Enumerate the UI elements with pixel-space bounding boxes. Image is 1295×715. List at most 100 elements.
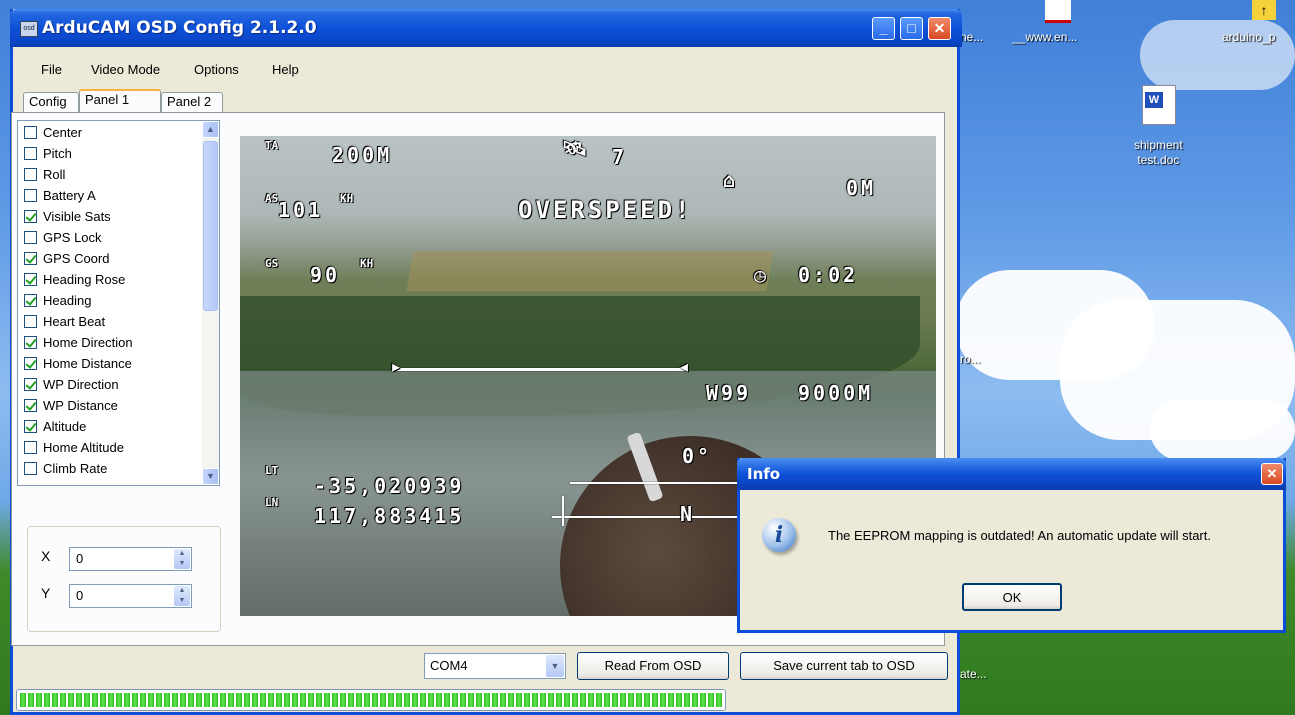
checklist-item[interactable]: Home Altitude [24, 438, 124, 458]
checklist-item-label: GPS Coord [43, 251, 110, 266]
desktop-label[interactable]: ate... [960, 667, 987, 681]
checklist-item[interactable]: Heading Rose [24, 270, 125, 290]
checkbox-checked[interactable] [24, 399, 37, 412]
checkbox-checked[interactable] [24, 378, 37, 391]
app-icon[interactable]: osd [20, 21, 38, 37]
checkbox-checked[interactable] [24, 273, 37, 286]
checklist-item[interactable]: Home Distance [24, 354, 132, 374]
tab-panel-1[interactable]: Panel 1 [79, 89, 161, 113]
menu-file[interactable]: File [41, 62, 62, 77]
osd-waypoint[interactable]: W99 [706, 381, 751, 405]
osd-altitude[interactable]: 200M [332, 143, 392, 167]
x-position-stepper[interactable]: 0 ▲ ▼ [69, 547, 192, 571]
osd-longitude-label[interactable]: LN [265, 497, 278, 508]
osd-home-icon[interactable]: ⌂ [723, 168, 738, 192]
checklist-item[interactable]: Heart Beat [24, 312, 105, 332]
panel-items-checklist[interactable]: ▲ ▼ Center Pitch Roll Battery A Visible Sats… [17, 120, 220, 486]
osd-heading[interactable]: 0° [682, 444, 712, 468]
checkbox-unchecked[interactable] [24, 315, 37, 328]
x-spin-arrows-icon[interactable]: ▲ ▼ [174, 549, 190, 569]
osd-horizon-line[interactable] [396, 368, 688, 371]
osd-latitude-label[interactable]: LT [265, 465, 278, 476]
minimize-button[interactable]: _ [872, 17, 895, 40]
checkbox-unchecked[interactable] [24, 147, 37, 160]
y-spin-arrows-icon[interactable]: ▲ ▼ [174, 586, 190, 606]
scroll-thumb[interactable] [203, 141, 218, 311]
checklist-item[interactable]: Roll [24, 165, 65, 185]
checkbox-unchecked[interactable] [24, 462, 37, 475]
checklist-item[interactable]: GPS Lock [24, 228, 102, 248]
checklist-item[interactable]: Center [24, 123, 82, 143]
osd-longitude[interactable]: 117,883415 [314, 504, 464, 528]
dialog-title: Info [747, 465, 781, 483]
desktop-label[interactable]: ne... [960, 30, 983, 44]
tab-config[interactable]: Config [23, 92, 79, 112]
tab-panel-2[interactable]: Panel 2 [161, 92, 223, 112]
osd-sats[interactable]: 7 [612, 145, 627, 169]
checklist-item[interactable]: Climb Rate [24, 459, 107, 479]
checklist-item[interactable]: Visible Sats [24, 207, 111, 227]
save-tab-to-osd-button[interactable]: Save current tab to OSD [740, 652, 948, 680]
checklist-item[interactable]: Pitch [24, 144, 72, 164]
osd-waypoint-distance[interactable]: 9000M [798, 381, 873, 405]
checklist-scrollbar[interactable]: ▲ ▼ [202, 121, 219, 485]
title-bar[interactable]: osd ArduCAM OSD Config 2.1.2.0 _ □ ✕ [10, 9, 962, 47]
desktop-label[interactable]: __www.en... [1012, 30, 1077, 44]
dialog-close-button[interactable]: ✕ [1261, 463, 1283, 485]
upload-icon[interactable]: ↑ [1252, 0, 1276, 20]
osd-timer[interactable]: 0:02 [798, 263, 858, 287]
ok-button[interactable]: OK [962, 583, 1062, 611]
checkbox-checked[interactable] [24, 357, 37, 370]
osd-altitude-label[interactable]: TA [265, 140, 278, 151]
osd-heading-rose-line[interactable] [552, 516, 742, 518]
osd-airspeed[interactable]: 101 [278, 198, 323, 222]
osd-heading-rose-n[interactable]: N [680, 502, 692, 526]
menu-help[interactable]: Help [272, 62, 299, 77]
y-position-stepper[interactable]: 0 ▲ ▼ [69, 584, 192, 608]
checklist-item[interactable]: GPS Coord [24, 249, 109, 269]
checkbox-checked[interactable] [24, 294, 37, 307]
osd-latitude[interactable]: -35,020939 [314, 474, 464, 498]
maximize-button[interactable]: □ [900, 17, 923, 40]
checklist-item[interactable]: Battery A [24, 186, 96, 206]
checkbox-unchecked[interactable] [24, 441, 37, 454]
checkbox-unchecked[interactable] [24, 231, 37, 244]
osd-airspeed-label[interactable]: AS [265, 193, 278, 204]
checklist-item[interactable]: Home Direction [24, 333, 133, 353]
checkbox-checked[interactable] [24, 252, 37, 265]
chevron-down-icon[interactable]: ▼ [546, 655, 564, 677]
checklist-item[interactable]: WP Direction [24, 375, 119, 395]
osd-satellite-icon[interactable]: 🛰 [562, 136, 590, 160]
read-from-osd-button[interactable]: Read From OSD [577, 652, 729, 680]
pdf-file-icon[interactable] [1045, 0, 1071, 23]
osd-overspeed-warning[interactable]: OVERSPEED! [518, 196, 693, 224]
menu-video-mode[interactable]: Video Mode [91, 62, 160, 77]
checkbox-unchecked[interactable] [24, 168, 37, 181]
word-document-icon[interactable]: W [1142, 85, 1176, 125]
com-port-select[interactable]: COM4 ▼ [424, 653, 566, 679]
dialog-title-bar[interactable]: Info ✕ [737, 458, 1286, 490]
menu-options[interactable]: Options [194, 62, 239, 77]
osd-clock-icon[interactable]: ◷ [754, 263, 769, 287]
checklist-item[interactable]: Heading [24, 291, 91, 311]
checklist-item[interactable]: WP Distance [24, 396, 118, 416]
osd-groundspeed-label[interactable]: GS [265, 258, 278, 269]
checklist-item[interactable]: Altitude [24, 417, 86, 437]
checkbox-unchecked[interactable] [24, 189, 37, 202]
desktop-label[interactable]: arduino_p [1222, 30, 1275, 44]
scroll-down-button[interactable]: ▼ [202, 468, 219, 485]
checkbox-checked[interactable] [24, 420, 37, 433]
osd-home-distance[interactable]: 0M [846, 176, 876, 200]
desktop-label-shipment[interactable]: shipment test.doc [1134, 138, 1183, 168]
checkbox-unchecked[interactable] [24, 126, 37, 139]
checkbox-checked[interactable] [24, 210, 37, 223]
osd-groundspeed[interactable]: 90 [310, 263, 340, 287]
close-button[interactable]: ✕ [928, 17, 951, 40]
osd-airspeed-unit: KH [340, 192, 354, 205]
checkbox-checked[interactable] [24, 336, 37, 349]
scroll-up-button[interactable]: ▲ [202, 121, 219, 138]
x-label: X [41, 548, 51, 564]
checklist-item-label: Heading [43, 293, 92, 308]
checklist-item-label: Pitch [43, 146, 72, 161]
desktop-label[interactable]: ro... [960, 352, 981, 366]
